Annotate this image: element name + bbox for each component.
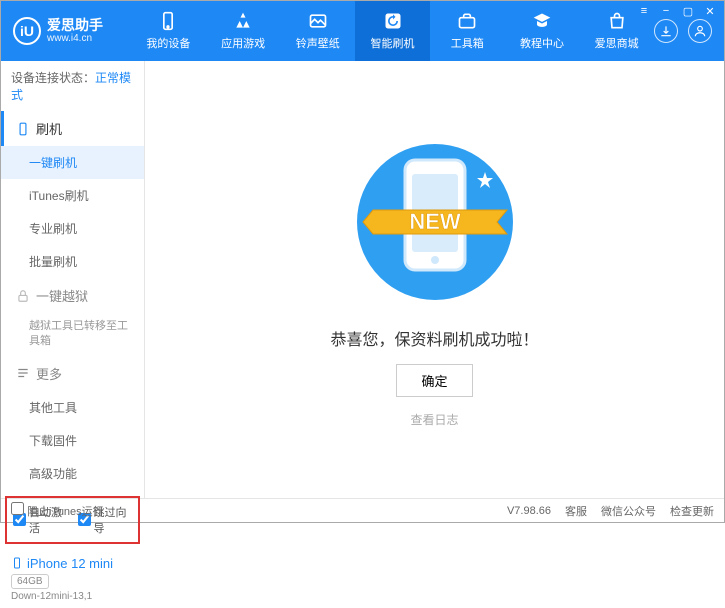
nav-label: 教程中心 <box>520 35 564 51</box>
nav-label: 应用游戏 <box>221 35 265 51</box>
nav-ringtones[interactable]: 铃声壁纸 <box>280 1 355 61</box>
minimize-icon[interactable]: − <box>658 3 674 19</box>
ok-button[interactable]: 确定 <box>396 364 472 397</box>
view-log-link[interactable]: 查看日志 <box>410 411 458 428</box>
customer-service-link[interactable]: 客服 <box>565 503 587 519</box>
jailbreak-note: 越狱工具已转移至工具箱 <box>1 313 144 356</box>
device-name: iPhone 12 mini <box>11 556 134 571</box>
nav-apps[interactable]: 应用游戏 <box>206 1 281 61</box>
success-message: 恭喜您，保资料刷机成功啦！ <box>330 326 538 350</box>
check-update-link[interactable]: 检查更新 <box>670 503 714 519</box>
sidebar-item-pro-flash[interactable]: 专业刷机 <box>1 212 144 245</box>
nav-tutorials[interactable]: 教程中心 <box>505 1 580 61</box>
sidebar: 设备连接状态：正常模式 刷机 一键刷机 iTunes刷机 专业刷机 批量刷机 一… <box>1 61 145 498</box>
download-icon[interactable] <box>654 19 678 43</box>
nav-my-device[interactable]: 我的设备 <box>131 1 206 61</box>
logo-icon: iU <box>13 17 41 45</box>
phone-icon <box>16 122 30 136</box>
nav-flash[interactable]: 智能刷机 <box>355 1 430 61</box>
lock-icon <box>16 289 30 303</box>
navbar: 我的设备 应用游戏 铃声壁纸 智能刷机 工具箱 教程中心 <box>131 1 654 61</box>
sidebar-item-oneclick-flash[interactable]: 一键刷机 <box>1 146 144 179</box>
sidebar-item-advanced[interactable]: 高级功能 <box>1 457 144 490</box>
section-more[interactable]: 更多 <box>1 356 144 391</box>
image-icon <box>308 11 328 31</box>
bag-icon <box>607 11 627 31</box>
user-icon[interactable] <box>688 19 712 43</box>
close-icon[interactable]: ✕ <box>702 3 718 19</box>
sidebar-item-download-fw[interactable]: 下载固件 <box>1 424 144 457</box>
menu-icon[interactable]: ≡ <box>636 3 652 19</box>
apps-icon <box>233 11 253 31</box>
section-flash[interactable]: 刷机 <box>1 111 144 146</box>
phone-icon <box>11 557 23 569</box>
version-label: V7.98.66 <box>507 505 551 517</box>
app-url: www.i4.cn <box>47 33 103 45</box>
device-storage: 64GB <box>11 574 49 589</box>
success-illustration: NEW <box>335 132 535 312</box>
device-block[interactable]: iPhone 12 mini 64GB Down-12mini-13,1 <box>1 550 144 608</box>
app-title: 爱思助手 <box>47 17 103 34</box>
sidebar-item-other-tools[interactable]: 其他工具 <box>1 391 144 424</box>
list-icon <box>16 366 30 380</box>
sidebar-item-batch-flash[interactable]: 批量刷机 <box>1 245 144 278</box>
titlebar: iU 爱思助手 www.i4.cn 我的设备 应用游戏 铃声壁纸 智能刷机 <box>1 1 724 61</box>
sidebar-item-itunes-flash[interactable]: iTunes刷机 <box>1 179 144 212</box>
graduation-icon <box>532 11 552 31</box>
nav-label: 智能刷机 <box>371 35 415 51</box>
logo: iU 爱思助手 www.i4.cn <box>1 17 131 46</box>
new-badge-text: NEW <box>409 209 461 234</box>
main-content: NEW 恭喜您，保资料刷机成功啦！ 确定 查看日志 <box>145 61 724 498</box>
phone-icon <box>158 11 178 31</box>
device-firmware: Down-12mini-13,1 <box>11 591 134 602</box>
nav-label: 爱思商城 <box>595 35 639 51</box>
nav-toolbox[interactable]: 工具箱 <box>430 1 505 61</box>
refresh-icon <box>383 11 403 31</box>
wechat-link[interactable]: 微信公众号 <box>601 503 656 519</box>
nav-label: 工具箱 <box>451 35 484 51</box>
section-jailbreak[interactable]: 一键越狱 <box>1 278 144 313</box>
toolbox-icon <box>457 11 477 31</box>
checkbox-block-itunes[interactable]: 阻止iTunes运行 <box>11 502 104 519</box>
connection-status: 设备连接状态：正常模式 <box>1 61 144 111</box>
maximize-icon[interactable]: ▢ <box>680 3 696 19</box>
nav-label: 我的设备 <box>146 35 190 51</box>
nav-label: 铃声壁纸 <box>296 35 340 51</box>
